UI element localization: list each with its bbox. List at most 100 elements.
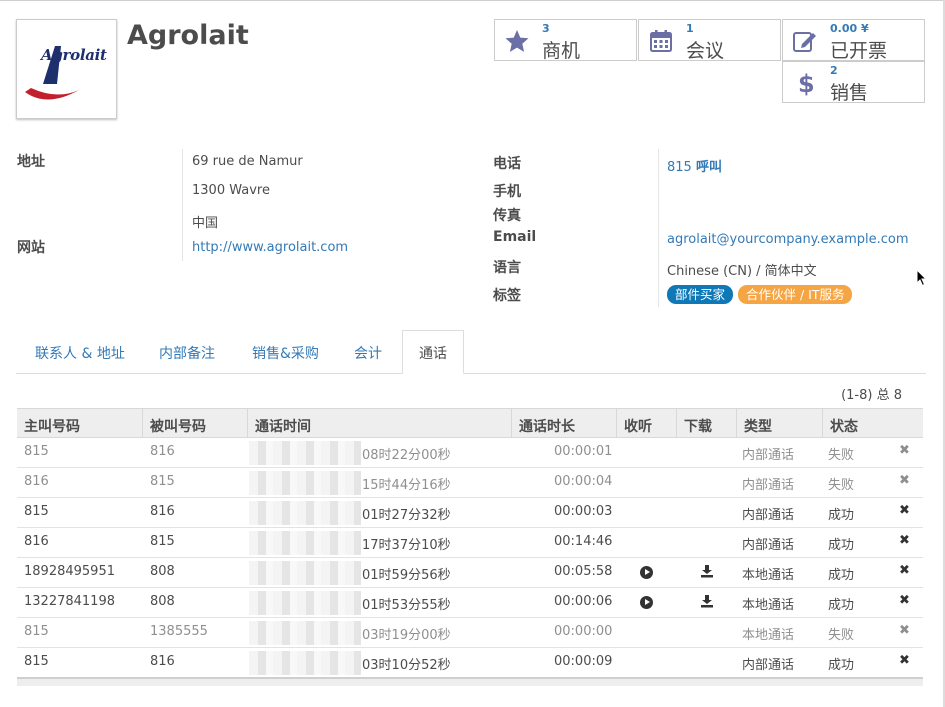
col-caller[interactable]: 主叫号码 bbox=[24, 416, 80, 436]
download-icon[interactable] bbox=[700, 594, 714, 608]
table-row[interactable]: 18928495951 808 01时59分56秒 00:05:58 本地通话 成功 ✖ bbox=[17, 558, 923, 588]
email-link[interactable]: agrolait@yourcompany.example.com bbox=[667, 232, 909, 247]
call-status: 失败 bbox=[828, 448, 855, 463]
caller-number: 13227841198 bbox=[24, 594, 115, 609]
col-duration[interactable]: 通话时长 bbox=[519, 416, 575, 436]
table-row[interactable]: 816 815 17时37分10秒 00:14:46 内部通话 成功 ✖ bbox=[17, 528, 923, 558]
table-row[interactable]: 816 815 15时44分16秒 00:00:04 内部通话 失败 ✖ bbox=[17, 468, 923, 498]
phone-number[interactable]: 815 bbox=[667, 160, 692, 175]
delete-icon[interactable]: ✖ bbox=[899, 563, 910, 578]
call-status: 成功 bbox=[828, 508, 855, 523]
page-title: Agrolait bbox=[127, 20, 249, 51]
phone-field[interactable]: 815 呼叫 bbox=[667, 156, 722, 175]
mobile-label: 手机 bbox=[493, 184, 521, 200]
call-type: 内部通话 bbox=[742, 448, 795, 463]
website-link[interactable]: http://www.agrolait.com bbox=[192, 240, 348, 255]
col-listen[interactable]: 收听 bbox=[624, 416, 652, 436]
redacted-date bbox=[249, 531, 361, 555]
invoiced-button[interactable]: 0.00 ¥ 已开票 bbox=[782, 19, 925, 62]
play-icon[interactable] bbox=[640, 566, 653, 579]
callee-number: 815 bbox=[150, 474, 175, 489]
call-status: 成功 bbox=[828, 538, 855, 553]
table-row[interactable]: 815 1385555 03时19分00秒 00:00:00 本地通话 失败 ✖ bbox=[17, 618, 923, 648]
caller-number: 815 bbox=[24, 624, 49, 639]
tab-calls[interactable]: 通话 bbox=[402, 330, 464, 374]
tag-parts-buyer[interactable]: 部件买家 bbox=[667, 285, 734, 304]
tab-sales-purchase[interactable]: 销售&采购 bbox=[252, 343, 319, 363]
col-status[interactable]: 状态 bbox=[830, 416, 858, 436]
phone-label: 电话 bbox=[493, 156, 521, 172]
opportunities-label: 商机 bbox=[542, 40, 581, 62]
call-duration: 00:14:46 bbox=[554, 534, 613, 549]
call-time: 01时59分56秒 bbox=[362, 568, 451, 583]
delete-icon[interactable]: ✖ bbox=[899, 653, 910, 668]
table-row[interactable]: 13227841198 808 01时53分55秒 00:00:06 本地通话 成功 ✖ bbox=[17, 588, 923, 618]
call-time: 03时19分00秒 bbox=[362, 628, 451, 643]
invoice-edit-icon bbox=[793, 32, 816, 52]
tab-accounting[interactable]: 会计 bbox=[354, 343, 382, 363]
call-status: 失败 bbox=[828, 478, 855, 493]
call-type: 内部通话 bbox=[742, 508, 795, 523]
sales-button[interactable]: $ 2 销售 bbox=[782, 61, 925, 104]
language-label: 语言 bbox=[493, 260, 521, 276]
table-row[interactable]: 815 816 03时10分52秒 00:00:09 内部通话 成功 ✖ bbox=[17, 648, 923, 678]
col-callee[interactable]: 被叫号码 bbox=[150, 416, 206, 436]
call-duration: 00:00:00 bbox=[554, 624, 613, 639]
col-divider bbox=[247, 409, 248, 437]
meetings-label: 会议 bbox=[686, 40, 725, 62]
tab-internal-notes[interactable]: 内部备注 bbox=[159, 343, 215, 363]
call-type: 本地通话 bbox=[742, 598, 795, 613]
calendar-icon bbox=[650, 30, 672, 52]
tab-calls-label: 通话 bbox=[419, 346, 447, 362]
call-type: 内部通话 bbox=[742, 658, 795, 673]
opportunities-button[interactable]: 3 商机 bbox=[494, 19, 637, 62]
tags-label: 标签 bbox=[493, 288, 521, 304]
col-type[interactable]: 类型 bbox=[744, 416, 772, 436]
tag-partner-it[interactable]: 合作伙伴 / IT服务 bbox=[738, 285, 853, 304]
call-button[interactable]: 呼叫 bbox=[696, 160, 722, 175]
delete-icon[interactable]: ✖ bbox=[899, 533, 910, 548]
meetings-button[interactable]: 1 会议 bbox=[638, 19, 781, 62]
call-time: 01时27分32秒 bbox=[362, 508, 451, 523]
caller-number: 18928495951 bbox=[24, 564, 115, 579]
play-icon[interactable] bbox=[640, 596, 653, 609]
company-logo[interactable]: Agrolait bbox=[16, 19, 117, 119]
website-label: 网站 bbox=[17, 240, 45, 256]
delete-icon[interactable]: ✖ bbox=[899, 473, 910, 488]
meetings-count: 1 bbox=[686, 22, 694, 35]
call-time: 01时53分55秒 bbox=[362, 598, 451, 613]
redacted-date bbox=[249, 591, 361, 615]
call-status: 成功 bbox=[828, 658, 855, 673]
call-status: 成功 bbox=[828, 568, 855, 583]
download-icon[interactable] bbox=[700, 564, 714, 578]
col-download[interactable]: 下载 bbox=[684, 416, 712, 436]
callee-number: 816 bbox=[150, 444, 175, 459]
redacted-date bbox=[249, 501, 361, 525]
address-street: 69 rue de Namur bbox=[192, 154, 303, 169]
col-divider bbox=[676, 409, 677, 437]
tab-contacts-address[interactable]: 联系人 & 地址 bbox=[35, 343, 125, 363]
dollar-icon: $ bbox=[798, 70, 815, 96]
table-row[interactable]: 815 816 01时27分32秒 00:00:03 内部通话 成功 ✖ bbox=[17, 498, 923, 528]
call-time: 08时22分00秒 bbox=[362, 448, 451, 463]
call-type: 本地通话 bbox=[742, 628, 795, 643]
calls-table-footer bbox=[17, 677, 923, 686]
table-row[interactable]: 815 816 08时22分00秒 00:00:01 内部通话 失败 ✖ bbox=[17, 438, 923, 468]
sales-count: 2 bbox=[830, 64, 838, 77]
delete-icon[interactable]: ✖ bbox=[899, 593, 910, 608]
invoiced-label: 已开票 bbox=[830, 40, 888, 62]
delete-icon[interactable]: ✖ bbox=[899, 623, 910, 638]
call-type: 内部通话 bbox=[742, 538, 795, 553]
delete-icon[interactable]: ✖ bbox=[899, 443, 910, 458]
callee-number: 816 bbox=[150, 654, 175, 669]
col-call-time[interactable]: 通话时间 bbox=[255, 416, 311, 436]
logo-swoosh-icon bbox=[25, 46, 79, 100]
opportunities-count: 3 bbox=[542, 22, 550, 35]
callee-number: 1385555 bbox=[150, 624, 208, 639]
callee-number: 808 bbox=[150, 594, 175, 609]
pager[interactable]: (1-8) 总 8 bbox=[841, 384, 902, 403]
call-time: 15时44分16秒 bbox=[362, 478, 451, 493]
caller-number: 815 bbox=[24, 504, 49, 519]
delete-icon[interactable]: ✖ bbox=[899, 503, 910, 518]
col-divider bbox=[736, 409, 737, 437]
